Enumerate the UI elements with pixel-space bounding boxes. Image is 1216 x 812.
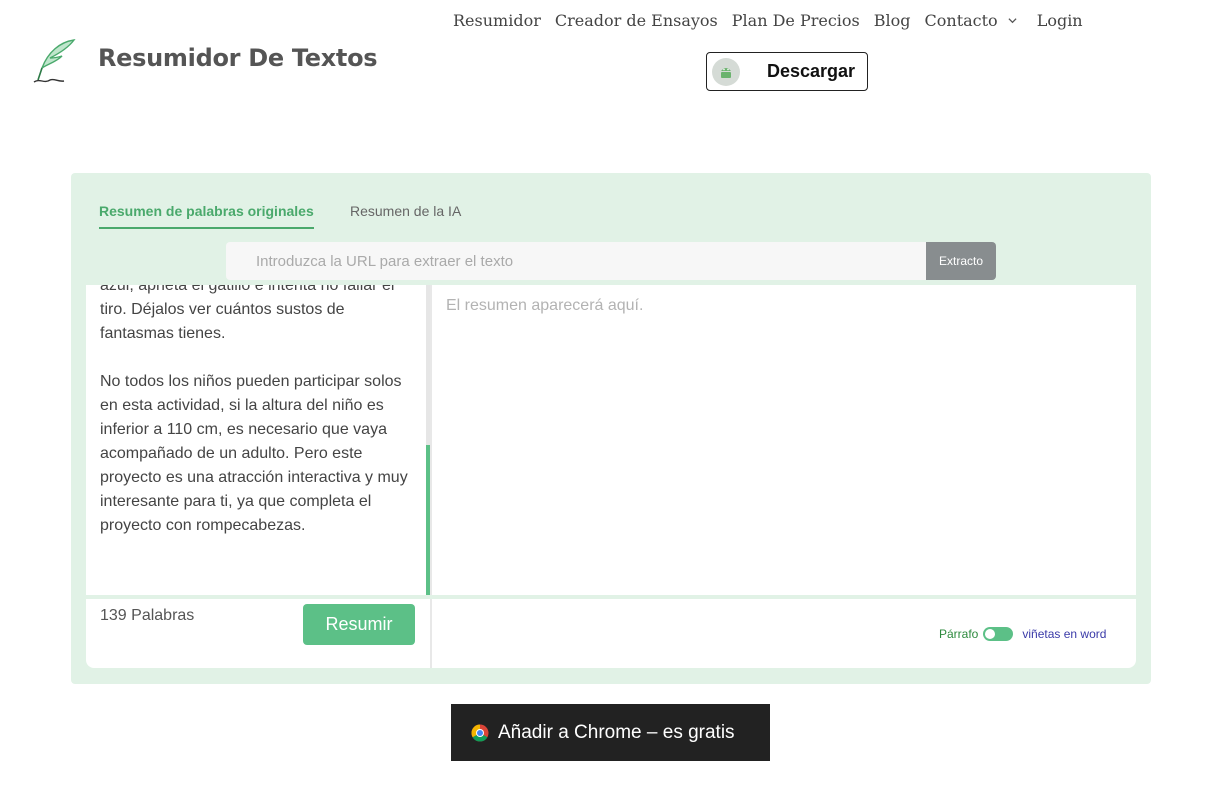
source-textarea[interactable]: azul, aprieta el gatillo e intenta no fa…: [86, 285, 430, 595]
feather-pen-icon: [33, 39, 76, 83]
url-extract-row: Extracto: [226, 242, 996, 280]
brand-logo[interactable]: [32, 38, 78, 86]
url-input[interactable]: [226, 242, 926, 280]
download-label: Descargar: [767, 61, 856, 81]
toggle-bullets-label: viñetas en word: [1022, 627, 1107, 641]
nav-contacto[interactable]: Contacto: [925, 11, 1023, 30]
nav-blog[interactable]: Blog: [874, 11, 911, 30]
nav-creador-ensayos[interactable]: Creador de Ensayos: [555, 11, 718, 30]
source-text: azul, aprieta el gatillo e intenta no fa…: [100, 285, 408, 534]
word-count: 139 Palabras: [100, 607, 195, 624]
nav-contacto-label: Contacto: [924, 11, 998, 30]
toggle-paragraph-label: Párrafo: [939, 627, 979, 641]
toggle-knob: [985, 629, 996, 639]
nav-resumidor[interactable]: Resumidor: [453, 11, 541, 30]
top-nav: Resumidor Creador de Ensayos Plan De Pre…: [453, 11, 1097, 30]
tab-original-summary[interactable]: Resumen de palabras originales: [99, 203, 314, 229]
brand-name[interactable]: Resumidor De Textos: [98, 44, 378, 72]
summarizer-panel: Resumen de palabras originales Resumen d…: [71, 173, 1151, 684]
add-to-chrome-label: Añadir a Chrome – es gratis: [498, 721, 735, 743]
android-icon: [712, 57, 740, 86]
summarize-button[interactable]: Resumir: [303, 604, 415, 645]
chrome-icon: [471, 724, 489, 742]
column-divider: [430, 285, 432, 668]
format-toggle[interactable]: [983, 627, 1014, 641]
download-button[interactable]: Descargar: [706, 52, 868, 91]
tab-ai-summary[interactable]: Resumen de la IA: [350, 203, 461, 227]
nav-plan-precios[interactable]: Plan De Precios: [732, 11, 860, 30]
format-toggle-group: Párrafo viñetas en word: [939, 627, 1106, 641]
editor-area: azul, aprieta el gatillo e intenta no fa…: [86, 285, 1136, 668]
add-to-chrome-button[interactable]: Añadir a Chrome – es gratis: [451, 704, 770, 761]
footer-divider: [86, 595, 1136, 599]
nav-login[interactable]: Login: [1037, 11, 1083, 30]
extract-button[interactable]: Extracto: [926, 242, 996, 280]
chevron-down-icon: [1008, 18, 1017, 24]
summary-output: El resumen aparecerá aquí.: [446, 297, 644, 314]
